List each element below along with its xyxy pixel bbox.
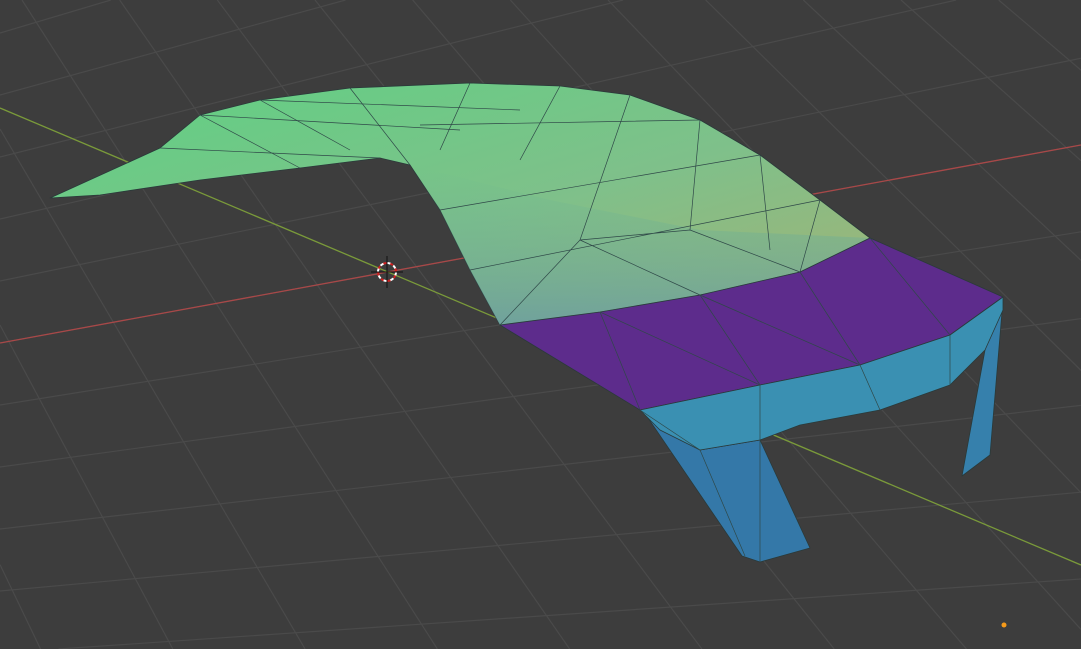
3d-viewport[interactable] xyxy=(0,0,1081,649)
grid-line xyxy=(0,491,1081,592)
grid-line xyxy=(0,404,1081,530)
grid-line xyxy=(0,324,174,649)
grid-line xyxy=(0,128,306,649)
grid-line xyxy=(0,0,111,34)
grid-line xyxy=(998,0,1081,71)
origin-dot-icon[interactable] xyxy=(1001,622,1007,628)
grid-line xyxy=(58,578,1081,649)
mesh-object[interactable] xyxy=(49,82,1004,563)
grid-line xyxy=(900,0,1081,162)
viewport-canvas[interactable] xyxy=(0,0,1081,649)
grid-line xyxy=(0,564,42,649)
3d-cursor-icon[interactable] xyxy=(371,256,403,288)
